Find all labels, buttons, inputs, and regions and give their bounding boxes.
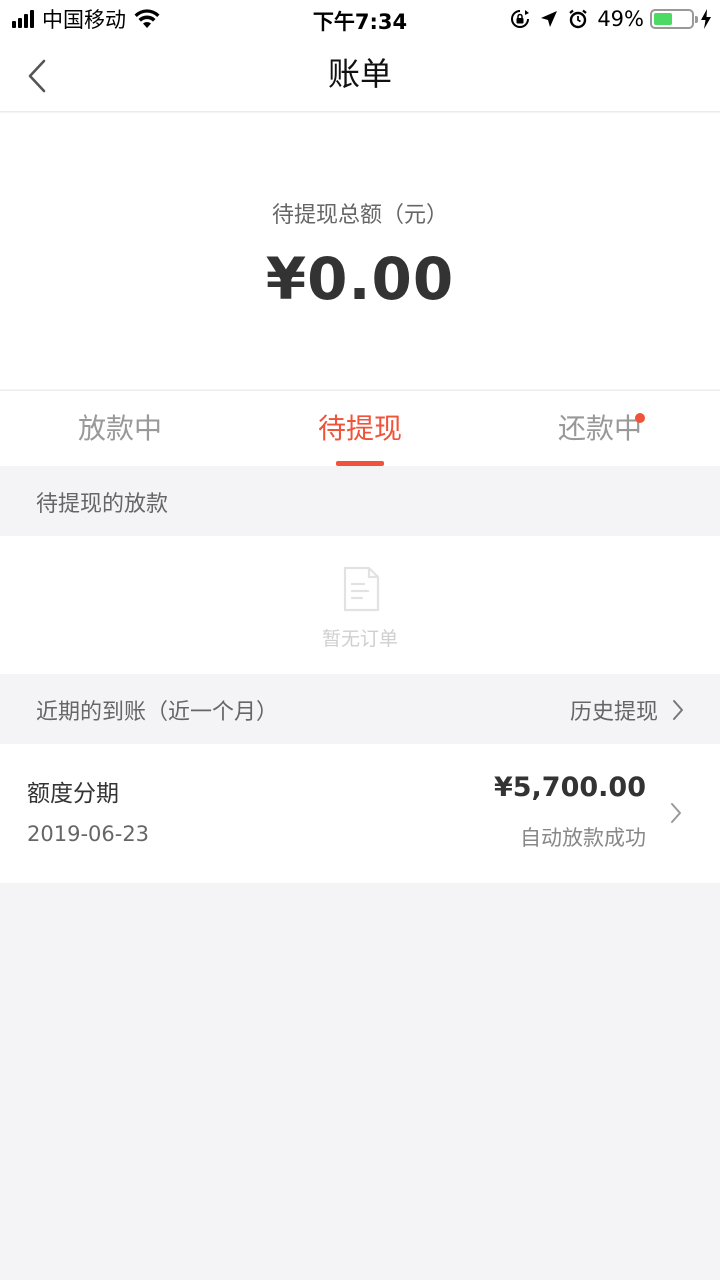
balance-summary: 待提现总额（元） ¥0.00 xyxy=(0,113,720,389)
recent-section-header: 近期的到账（近一个月） 历史提现 xyxy=(0,674,720,744)
tab-pending-withdrawal[interactable]: 待提现 xyxy=(240,391,480,466)
bill-screen: 中国移动 下午7:34 49% 账单 待提现总额（元） ¥0.00 放款中 待提… xyxy=(0,0,720,1280)
charging-icon xyxy=(701,9,711,29)
pending-section-header: 待提现的放款 xyxy=(0,466,720,536)
tab-bar: 放款中 待提现 还款中 xyxy=(0,390,720,466)
record-status: 自动放款成功 xyxy=(520,826,646,850)
section-title: 近期的到账（近一个月） xyxy=(36,700,279,725)
empty-document-icon xyxy=(343,566,380,612)
status-bar: 中国移动 下午7:34 49% xyxy=(0,0,720,40)
tab-label: 放款中 xyxy=(77,412,162,445)
alarm-icon xyxy=(569,9,588,29)
nav-bar: 账单 xyxy=(0,40,720,112)
orientation-lock-icon xyxy=(511,10,530,28)
record-row[interactable]: 额度分期 2019-06-23 ¥5,700.00 自动放款成功 xyxy=(0,744,720,883)
tab-repaying[interactable]: 还款中 xyxy=(480,391,720,466)
history-withdrawal-link[interactable]: 历史提现 xyxy=(570,694,684,726)
balance-label: 待提现总额（元） xyxy=(271,203,448,228)
page-title: 账单 xyxy=(327,55,392,93)
tab-lending[interactable]: 放款中 xyxy=(0,391,240,466)
history-link-label: 历史提现 xyxy=(569,700,658,725)
record-title: 额度分期 xyxy=(27,781,119,807)
tab-label: 还款中 xyxy=(557,412,642,445)
notification-dot xyxy=(635,413,645,423)
battery-icon xyxy=(650,9,698,29)
chevron-right-icon xyxy=(671,803,681,823)
tab-label: 待提现 xyxy=(317,412,402,445)
battery-level xyxy=(654,13,672,25)
empty-state: 暂无订单 xyxy=(0,536,720,674)
battery-percent: 49% xyxy=(597,7,644,31)
empty-text: 暂无订单 xyxy=(321,628,398,650)
balance-amount: ¥0.00 xyxy=(265,245,455,313)
chevron-right-icon xyxy=(673,700,683,720)
record-date: 2019-06-23 xyxy=(27,822,150,846)
section-title: 待提现的放款 xyxy=(36,492,169,517)
status-right: 49% xyxy=(510,6,712,32)
record-amount: ¥5,700.00 xyxy=(493,772,646,803)
location-icon xyxy=(541,11,558,27)
